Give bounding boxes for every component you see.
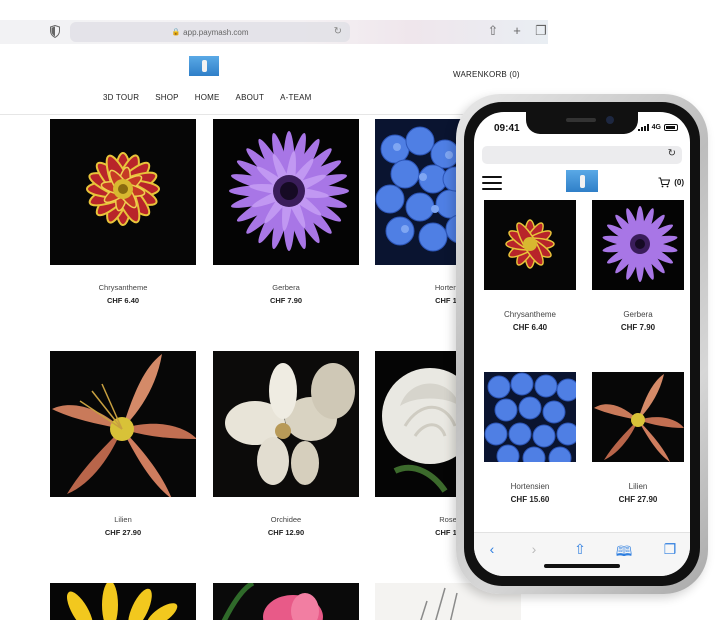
site-logo[interactable] xyxy=(189,56,219,76)
cart-icon[interactable] xyxy=(658,177,671,188)
status-time: 09:41 xyxy=(494,123,520,134)
network-label: 4G xyxy=(651,124,661,131)
new-tab-icon[interactable]: + xyxy=(510,23,524,39)
url-text: app.paymash.com xyxy=(183,27,249,37)
battery-icon xyxy=(664,124,678,131)
product-name[interactable]: Chrysantheme xyxy=(484,310,576,319)
product-image-gerbera[interactable] xyxy=(592,200,684,290)
phone-mockup: 09:41 4G ↻ (0) Chrysantheme CHF 6.40 Ger… xyxy=(456,94,708,594)
mobile-browser-toolbar: ‹ › ⇧ 🕮 ❐ xyxy=(474,532,690,576)
cart-link[interactable]: WARENKORB (0) xyxy=(453,70,520,79)
product-price: CHF 6.40 xyxy=(512,323,548,332)
phone-screen: 09:41 4G ↻ (0) Chrysantheme CHF 6.40 Ger… xyxy=(474,112,690,576)
product-image-hydrangea[interactable] xyxy=(484,372,576,462)
main-nav: 3D TOUR SHOP HOME ABOUT A-TEAM xyxy=(103,93,312,102)
product-image-orchid[interactable] xyxy=(213,351,359,497)
product-image-lily[interactable] xyxy=(50,351,196,497)
reload-icon[interactable]: ↻ xyxy=(334,26,342,37)
product-price: CHF 7.90 xyxy=(269,296,303,305)
lock-icon: 🔒 xyxy=(171,29,181,36)
product-price: CHF 6.40 xyxy=(106,296,140,305)
product-price: CHF 12.90 xyxy=(267,528,305,537)
mobile-product-card[interactable]: Gerbera CHF 7.90 xyxy=(592,200,684,332)
browser-actions: ⇧ + ❐ xyxy=(486,23,548,39)
share-icon[interactable]: ⇧ xyxy=(570,541,590,559)
tabs-icon[interactable]: ❐ xyxy=(660,541,680,559)
nav-about[interactable]: ABOUT xyxy=(236,93,265,102)
product-name[interactable]: Lilien xyxy=(50,515,196,524)
product-image-lily[interactable] xyxy=(592,372,684,462)
product-card[interactable] xyxy=(213,583,359,620)
product-name[interactable]: Gerbera xyxy=(592,310,684,319)
nav-3d-tour[interactable]: 3D TOUR xyxy=(103,93,139,102)
product-image-tulip[interactable] xyxy=(213,583,359,620)
address-bar[interactable]: 🔒 app.paymash.com ↻ xyxy=(70,22,350,42)
mobile-site-header: (0) xyxy=(474,168,690,196)
nav-home[interactable]: HOME xyxy=(195,93,220,102)
mobile-address-bar[interactable]: ↻ xyxy=(482,146,682,164)
cart-count: (0) xyxy=(674,178,684,187)
forward-icon[interactable]: › xyxy=(524,541,544,559)
share-icon[interactable]: ⇧ xyxy=(486,23,500,39)
product-price: CHF 15.60 xyxy=(510,495,550,504)
product-price: CHF 27.90 xyxy=(618,495,658,504)
menu-icon[interactable] xyxy=(482,176,502,190)
product-card[interactable]: Gerbera CHF 7.90 xyxy=(213,119,359,305)
reload-icon[interactable]: ↻ xyxy=(668,148,676,159)
bookmarks-icon[interactable]: 🕮 xyxy=(614,541,634,559)
product-name[interactable]: Hortensien xyxy=(484,482,576,491)
product-name[interactable]: Orchidee xyxy=(213,515,359,524)
mobile-product-card[interactable]: Hortensien CHF 15.60 xyxy=(484,372,576,504)
phone-notch xyxy=(526,112,638,134)
product-name[interactable]: Chrysantheme xyxy=(50,283,196,292)
phone-bezel: 09:41 4G ↻ (0) Chrysantheme CHF 6.40 Ger… xyxy=(464,102,700,586)
product-image-sunflower[interactable] xyxy=(50,583,196,620)
nav-a-team[interactable]: A-TEAM xyxy=(280,93,311,102)
signal-icon xyxy=(637,124,649,131)
mobile-cart[interactable]: (0) xyxy=(658,177,684,188)
product-price: CHF 27.90 xyxy=(104,528,142,537)
tabs-icon[interactable]: ❐ xyxy=(534,23,548,39)
product-card[interactable]: Lilien CHF 27.90 xyxy=(50,351,196,537)
product-image-gerbera[interactable] xyxy=(213,119,359,265)
product-image-chrysanthemum[interactable] xyxy=(50,119,196,265)
mobile-product-card[interactable]: Chrysantheme CHF 6.40 xyxy=(484,200,576,332)
product-card[interactable]: Orchidee CHF 12.90 xyxy=(213,351,359,537)
product-card[interactable]: Chrysantheme CHF 6.40 xyxy=(50,119,196,305)
status-indicators: 4G xyxy=(637,124,678,131)
nav-shop[interactable]: SHOP xyxy=(155,93,178,102)
back-icon[interactable]: ‹ xyxy=(482,541,502,559)
product-card[interactable] xyxy=(50,583,196,620)
shield-icon[interactable] xyxy=(50,25,60,38)
browser-toolbar: 🔒 app.paymash.com ↻ ⇧ + ❐ xyxy=(0,20,548,44)
product-name[interactable]: Lilien xyxy=(592,482,684,491)
product-image-chrysanthemum[interactable] xyxy=(484,200,576,290)
product-name[interactable]: Gerbera xyxy=(213,283,359,292)
home-indicator xyxy=(544,564,620,568)
site-logo[interactable] xyxy=(566,170,598,192)
product-price: CHF 7.90 xyxy=(620,323,656,332)
mobile-product-card[interactable]: Lilien CHF 27.90 xyxy=(592,372,684,504)
